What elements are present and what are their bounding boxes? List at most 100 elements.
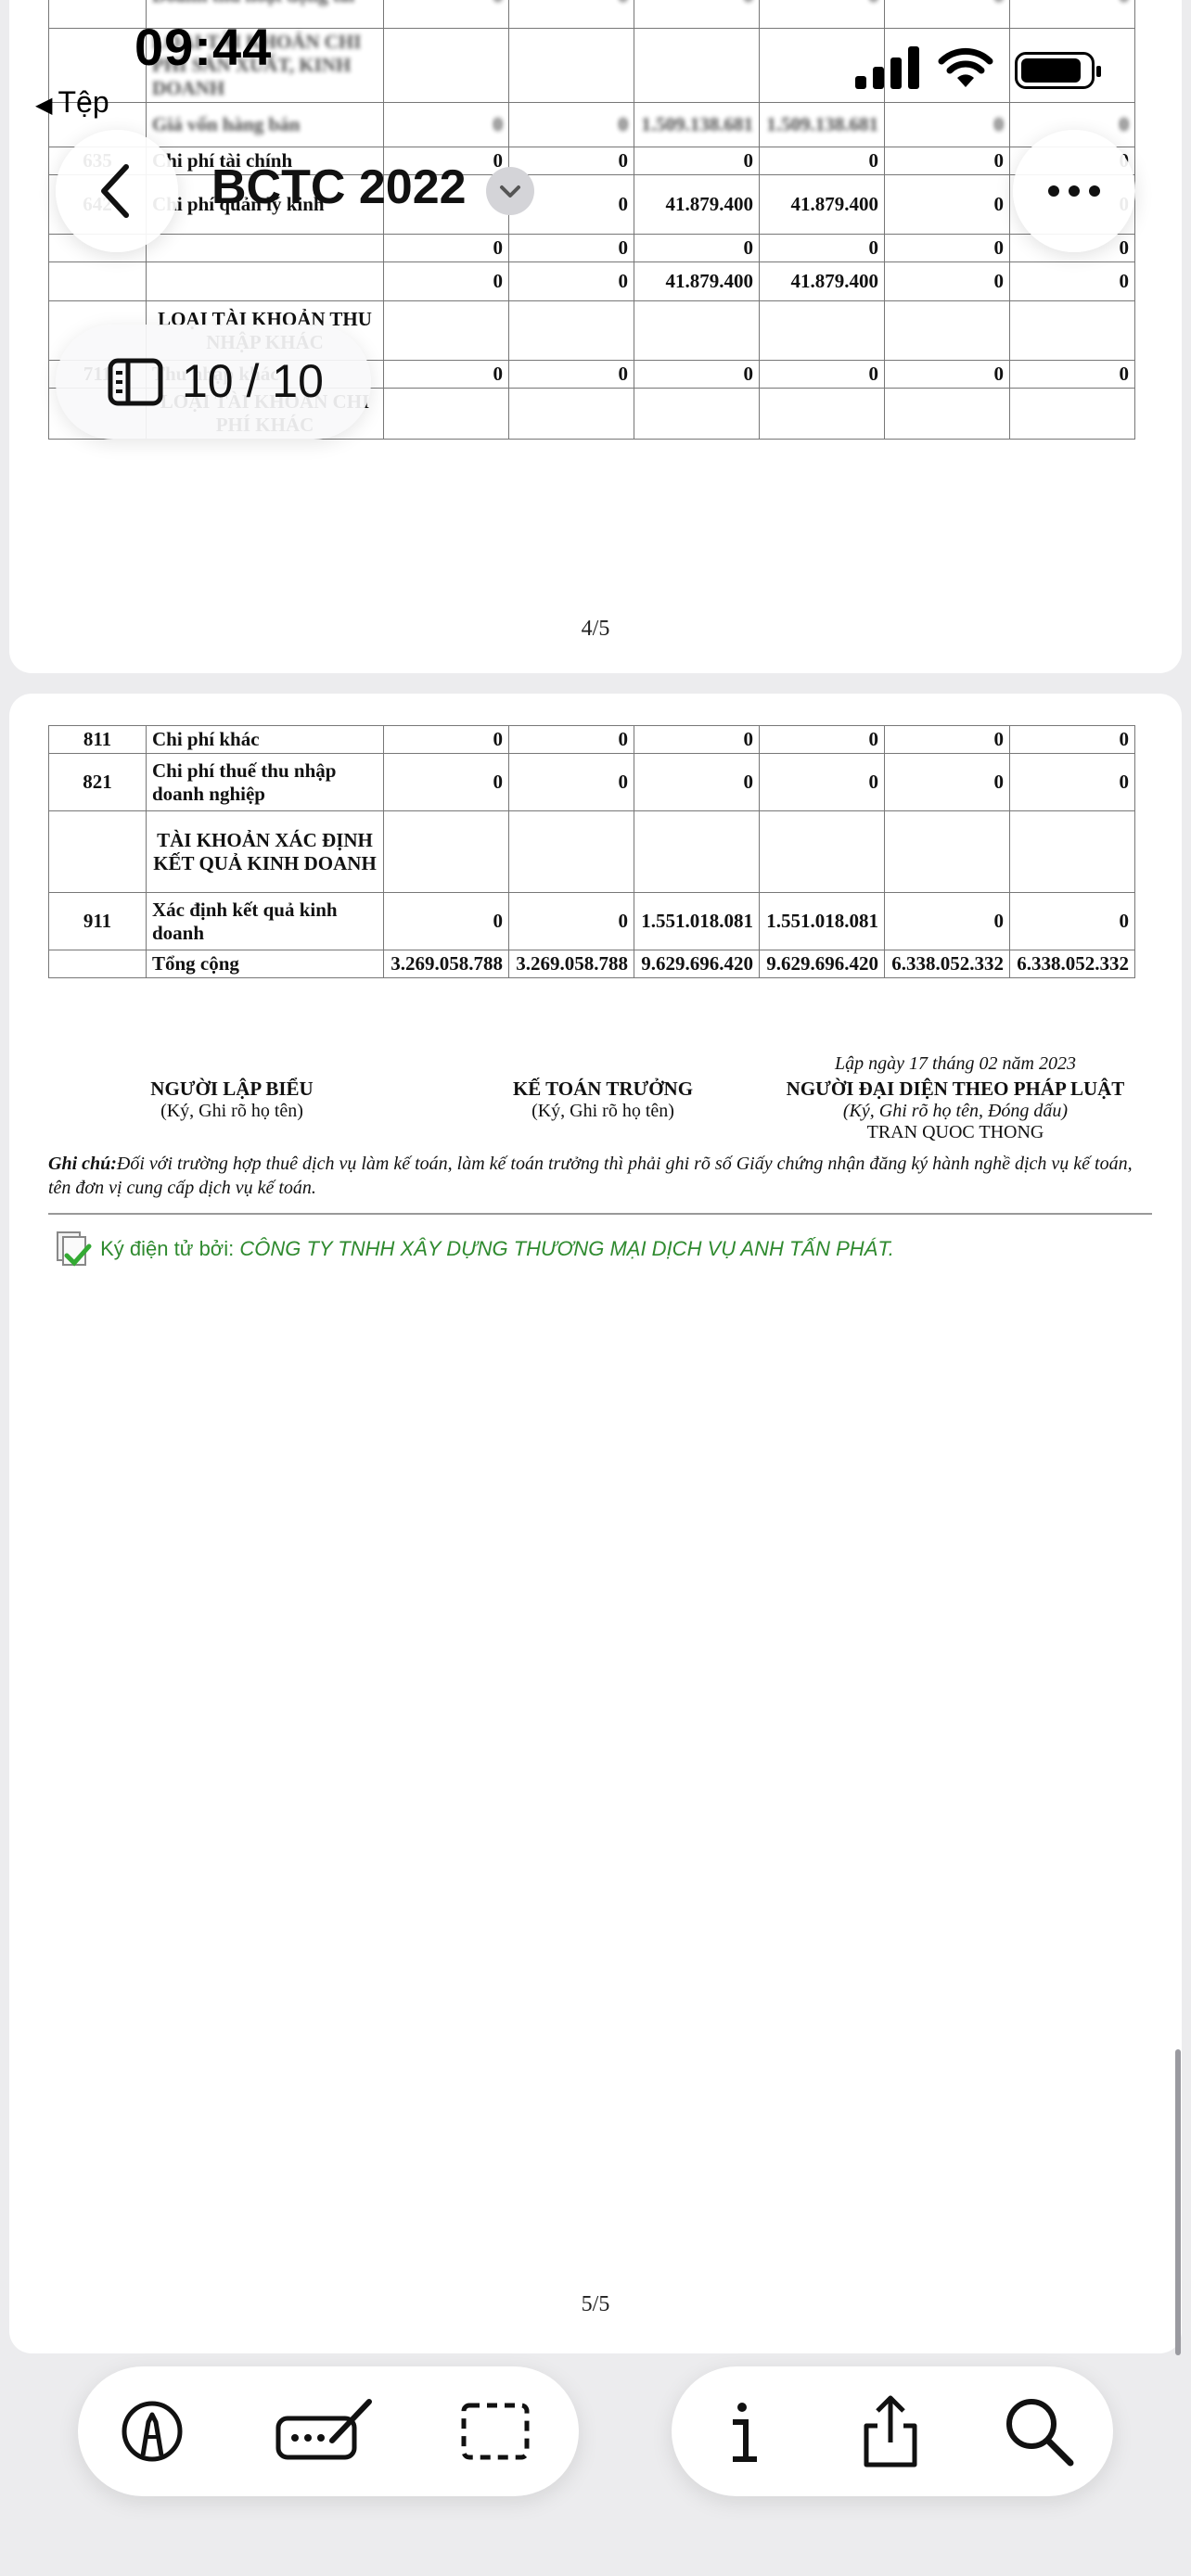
amount-cell: 0 bbox=[884, 147, 1010, 175]
amount-cell: 0 bbox=[383, 234, 509, 262]
account-code bbox=[48, 261, 147, 301]
amount-cell: 0 bbox=[759, 147, 885, 175]
amount-cell: 0 bbox=[1009, 360, 1135, 389]
amount-cell: 1.551.018.081 bbox=[634, 892, 760, 950]
amount-cell bbox=[634, 300, 760, 361]
table-row: 811 Chi phí khác 0 0 0 0 0 0 bbox=[48, 725, 1135, 754]
amount-cell bbox=[508, 300, 634, 361]
amount-cell bbox=[1009, 810, 1135, 893]
amount-cell: 0 bbox=[884, 234, 1010, 262]
document-toolbar bbox=[672, 2366, 1113, 2496]
cellular-signal-icon bbox=[855, 46, 922, 89]
account-name: Chi phí thuế thu nhập doanh nghiệp bbox=[146, 753, 384, 811]
back-to-app-link[interactable]: ◀ Tệp bbox=[35, 85, 109, 120]
sidebar-thumbnails-icon bbox=[108, 358, 163, 406]
amount-cell bbox=[634, 810, 760, 893]
page-indicator[interactable]: 10 / 10 bbox=[56, 325, 371, 440]
document-title[interactable]: BCTC 2022 bbox=[211, 159, 467, 215]
representative-sub: (Ký, Ghi rõ họ tên, Đóng dấu) bbox=[842, 1101, 1069, 1121]
account-name bbox=[146, 261, 384, 301]
back-app-label: Tệp bbox=[58, 85, 109, 119]
amount-cell bbox=[383, 300, 509, 361]
amount-cell: 0 bbox=[383, 892, 509, 950]
amount-cell: 0 bbox=[1009, 261, 1135, 301]
amount-cell: 0 bbox=[1009, 725, 1135, 754]
amount-cell: 0 bbox=[1009, 892, 1135, 950]
footnote-label: Ghi chú: bbox=[48, 1154, 117, 1174]
footnote: Ghi chú:Đối với trường hợp thuê dịch vụ … bbox=[48, 1152, 1143, 1200]
amount-cell: 0 bbox=[383, 261, 509, 301]
account-name bbox=[146, 234, 384, 262]
account-code bbox=[48, 810, 147, 893]
page-number-4: 4/5 bbox=[581, 617, 610, 641]
amount-cell: 0 bbox=[884, 261, 1010, 301]
amount-cell bbox=[383, 388, 509, 440]
amount-cell: 0 bbox=[759, 360, 885, 389]
esign-label: Ký điện tử bởi: bbox=[100, 1236, 235, 1260]
amount-cell: 0 bbox=[634, 234, 760, 262]
representative-name: TRAN QUOC THONG bbox=[866, 1122, 1044, 1142]
back-button[interactable] bbox=[56, 130, 178, 252]
representative-block: NGƯỜI ĐẠI DIỆN THEO PHÁP LUẬT (Ký, Ghi r… bbox=[770, 1078, 1141, 1143]
page-number-5: 5/5 bbox=[581, 2292, 610, 2316]
account-name: TÀI KHOẢN XÁC ĐỊNH KẾT QUẢ KINH DOANH bbox=[146, 810, 384, 893]
amount-cell: 0 bbox=[759, 725, 885, 754]
amount-cell: 6.338.052.332 bbox=[1009, 950, 1135, 978]
amount-cell: 1.551.018.081 bbox=[759, 892, 885, 950]
page-indicator-text: 10 / 10 bbox=[182, 355, 324, 407]
accountant-sub: (Ký, Ghi rõ họ tên) bbox=[531, 1101, 674, 1121]
account-name: Chi phí khác bbox=[146, 725, 384, 754]
amount-cell bbox=[383, 810, 509, 893]
table-row: TÀI KHOẢN XÁC ĐỊNH KẾT QUẢ KINH DOANH bbox=[48, 810, 1135, 893]
representative-title: NGƯỜI ĐẠI DIỆN THEO PHÁP LUẬT bbox=[786, 1078, 1125, 1100]
account-code bbox=[48, 950, 147, 978]
amount-cell: 0 bbox=[634, 753, 760, 811]
amount-cell: 0 bbox=[508, 261, 634, 301]
amount-cell: 9.629.696.420 bbox=[759, 950, 885, 978]
amount-cell: 0 bbox=[634, 360, 760, 389]
report-date: Lập ngày 17 tháng 02 năm 2023 bbox=[835, 1053, 1076, 1074]
amount-cell bbox=[884, 810, 1010, 893]
account-name: Xác định kết quả kinh doanh bbox=[146, 892, 384, 950]
signature-icon[interactable] bbox=[275, 2394, 377, 2468]
amount-cell bbox=[1009, 300, 1135, 361]
amount-cell: 6.338.052.332 bbox=[884, 950, 1010, 978]
amount-cell: 0 bbox=[634, 725, 760, 754]
search-icon[interactable] bbox=[1002, 2394, 1076, 2468]
amount-cell: 41.879.400 bbox=[634, 174, 760, 235]
esign-company: CÔNG TY TNHH XÂY DỰNG THƯƠNG MẠI DỊCH VỤ… bbox=[239, 1236, 894, 1260]
title-menu-button[interactable] bbox=[486, 167, 534, 215]
amount-cell bbox=[508, 388, 634, 440]
table-row: 821 Chi phí thuế thu nhập doanh nghiệp 0 0 0… bbox=[48, 753, 1135, 811]
share-icon[interactable] bbox=[853, 2394, 928, 2468]
divider bbox=[48, 1213, 1152, 1215]
amount-cell: 0 bbox=[508, 725, 634, 754]
signature-check-icon bbox=[57, 1231, 92, 1267]
amount-cell: 9.629.696.420 bbox=[634, 950, 760, 978]
amount-cell bbox=[1009, 388, 1135, 440]
amount-cell: 0 bbox=[884, 892, 1010, 950]
amount-cell: 0 bbox=[383, 725, 509, 754]
status-time: 09:44 bbox=[134, 18, 273, 76]
table-row: 911 Xác định kết quả kinh doanh 0 0 1.551.01… bbox=[48, 892, 1135, 950]
e-signature: Ký điện tử bởi: CÔNG TY TNHH XÂY DỰNG TH… bbox=[54, 1230, 894, 1270]
preparer-block: NGƯỜI LẬP BIỂU (Ký, Ghi rõ họ tên) bbox=[93, 1078, 371, 1122]
annotation-toolbar bbox=[78, 2366, 579, 2496]
chevron-left-icon bbox=[101, 164, 129, 218]
select-area-icon[interactable] bbox=[458, 2394, 532, 2468]
amount-cell bbox=[884, 388, 1010, 440]
table-row: 0 0 41.879.400 41.879.400 0 0 bbox=[48, 261, 1135, 301]
info-icon[interactable] bbox=[705, 2394, 779, 2468]
table-row: Tổng cộng 3.269.058.788 3.269.058.788 9.629… bbox=[48, 950, 1135, 978]
amount-cell bbox=[759, 388, 885, 440]
ellipsis-icon bbox=[1048, 185, 1100, 197]
vertical-scrollbar[interactable] bbox=[1175, 2049, 1181, 2355]
amount-cell: 0 bbox=[508, 360, 634, 389]
ledger-table-page5: 811 Chi phí khác 0 0 0 0 0 0 821 Chi phí thuế thu… bbox=[48, 725, 1135, 978]
more-options-button[interactable] bbox=[1013, 130, 1135, 252]
amount-cell: 3.269.058.788 bbox=[508, 950, 634, 978]
accountant-block: KẾ TOÁN TRƯỞNG (Ký, Ghi rõ họ tên) bbox=[455, 1078, 751, 1122]
markup-icon[interactable] bbox=[115, 2394, 189, 2468]
amount-cell: 0 bbox=[759, 234, 885, 262]
amount-cell: 0 bbox=[508, 753, 634, 811]
